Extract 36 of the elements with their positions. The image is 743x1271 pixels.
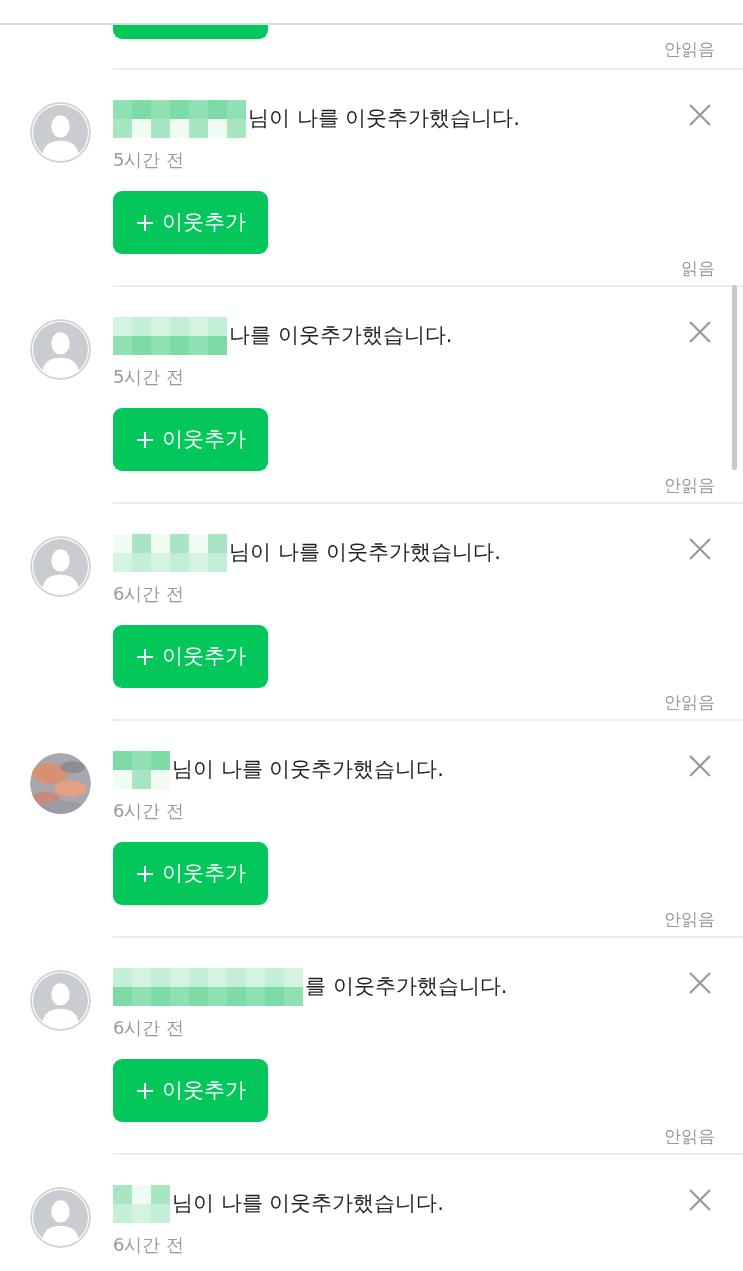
- timestamp: 6시간 전: [113, 1016, 185, 1040]
- read-status: 안읽음: [664, 1124, 715, 1148]
- plus-icon: [135, 864, 154, 883]
- add-neighbor-button[interactable]: 이웃추가: [113, 842, 268, 905]
- close-icon[interactable]: [687, 1187, 713, 1213]
- close-icon[interactable]: [687, 536, 713, 562]
- timestamp: 6시간 전: [113, 1233, 185, 1257]
- notification-text: 님이 나를 이웃추가했습니다.: [248, 105, 521, 133]
- close-icon[interactable]: [687, 970, 713, 996]
- read-status: 안읽음: [664, 37, 715, 61]
- read-status: 읽음: [681, 256, 715, 280]
- add-neighbor-button[interactable]: 이웃추가: [113, 625, 268, 688]
- plus-icon: [135, 647, 154, 666]
- read-status: 안읽음: [664, 690, 715, 714]
- notification-text: 나를 이웃추가했습니다.: [229, 322, 453, 350]
- add-neighbor-button[interactable]: 이웃추가: [113, 408, 268, 471]
- notification-text: 님이 나를 이웃추가했습니다.: [229, 539, 502, 567]
- pixelated-name-drawing: [113, 751, 170, 789]
- close-icon[interactable]: [687, 753, 713, 779]
- timestamp: 6시간 전: [113, 582, 185, 606]
- notification-text: 님이 나를 이웃추가했습니다.: [172, 756, 445, 784]
- notification-text: 를 이웃추가했습니다.: [305, 973, 508, 1001]
- read-status: 안읽음: [664, 907, 715, 931]
- pixelated-name-drawing: [113, 1185, 170, 1223]
- read-status: 안읽음: [664, 473, 715, 497]
- plus-icon: [135, 1081, 154, 1100]
- timestamp: 5시간 전: [113, 148, 185, 172]
- close-icon[interactable]: [687, 102, 713, 128]
- add-neighbor-button[interactable]: 이웃추가: [113, 191, 268, 254]
- plus-icon: [135, 430, 154, 449]
- timestamp: 6시간 전: [113, 799, 185, 823]
- add-neighbor-button[interactable]: 이웃추가: [113, 1059, 268, 1122]
- timestamp: 5시간 전: [113, 365, 185, 389]
- close-icon[interactable]: [687, 319, 713, 345]
- notification-text: 님이 나를 이웃추가했습니다.: [172, 1190, 445, 1218]
- plus-icon: [135, 213, 154, 232]
